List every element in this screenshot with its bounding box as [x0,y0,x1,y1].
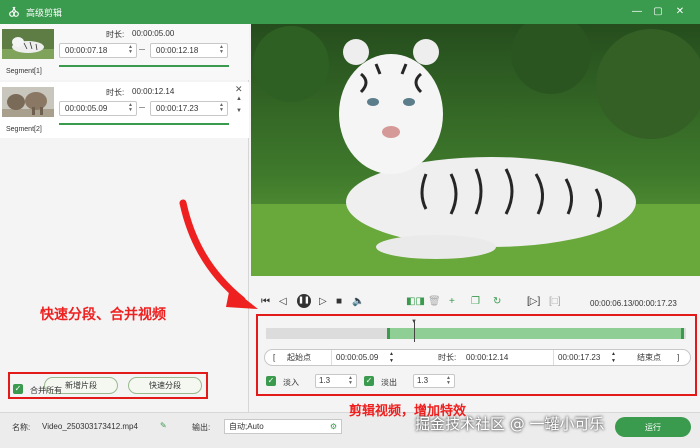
playback-controls: ⏮ ◁ ❚❚ ▷ ■ 🔈 ◧◨ 🗑 + ❐ ↻ [▷] [□] 00:00:06… [251,290,700,316]
stepper-icon[interactable]: ▲ ▼ [128,45,134,56]
file-name: Video_250303173412.mp4 [42,422,138,431]
stop-icon[interactable]: ■ [336,296,342,307]
fade-out-input[interactable]: 1.3 ▲ ▼ [413,374,455,388]
start-time-input[interactable]: 00:00:07.18 ▲ ▼ [59,43,137,58]
stepper-icon[interactable]: ▲ ▼ [219,45,225,56]
fade-in-checkbox[interactable]: ✓ [266,376,276,386]
quick-split-button[interactable]: 快速分段 [128,377,202,394]
watermark-text: 掘金技术社区 @ 一罐小可乐 [415,415,605,433]
video-preview[interactable] [251,24,700,276]
volume-icon[interactable]: 🔈 [352,296,364,307]
fade-out-checkbox[interactable]: ✓ [364,376,374,386]
duration-value: 00:00:05.00 [132,29,175,38]
prev-frame-icon[interactable]: ◁ [279,296,287,307]
end-point-button[interactable]: 结束点 [637,350,661,365]
segment-thumbnail [2,87,54,117]
output-select[interactable]: 自动;Auto ⚙ [224,419,342,434]
end-bracket: ] [677,353,680,362]
close-button[interactable]: ✕ [673,5,687,19]
end-time-input[interactable]: 00:00:12.18 ▲ ▼ [150,43,228,58]
edit-name-icon[interactable]: ✎ [160,421,167,430]
output-label: 输出: [192,423,211,432]
name-label: 名称: [12,423,31,432]
run-button[interactable]: 运行 [615,417,691,437]
playhead[interactable] [414,320,415,342]
delete-clip-icon[interactable]: 🗑 [428,296,441,307]
annotation-split-merge: 快速分段、合并视频 [40,307,166,323]
duration-value: 00:00:12.14 [132,87,175,96]
annotation-arrow-icon [179,199,258,309]
app-logo-icon [9,6,19,17]
end-time-input[interactable]: 00:00:17.23 ▲ ▼ [150,101,228,116]
add-clip-icon[interactable]: + [449,296,455,307]
stepper-icon[interactable]: ▲ ▼ [219,103,225,114]
segment-progress-bar [59,65,229,67]
range-bar: [ 起始点 00:00:05.09 ▲ ▼ 时长: 00:00:12.14 00:… [264,349,691,366]
merge-all-label: 合并所有 [30,386,62,395]
segment-name: Segment[1] [6,68,42,75]
start-bracket: [ [273,353,276,362]
range-dash [139,49,145,50]
segment-name: Segment[2] [6,126,42,133]
duration-label: 时长: [438,353,457,362]
stepper-icon[interactable]: ▲ ▼ [446,376,452,387]
fade-in-label: 淡入 [283,378,299,387]
merge-all-checkbox[interactable]: ✓ [13,384,23,394]
playback-timecode: 00:00:06.13/00:00:17.23 [590,299,677,308]
tiger-frame [251,24,700,276]
segment-item[interactable]: Segment[1] 时长: 00:00:05.00 00:00:07.18 ▲… [0,24,249,80]
delete-segment-icon[interactable]: ✕ [235,84,243,95]
reset-icon[interactable]: ↻ [493,296,501,307]
segment-progress-bar [59,123,229,125]
window-title: 高级剪辑 [26,8,63,18]
timeline-editor: ▼ [ 起始点 00:00:05.09 ▲▼ 时长: 00:00:12.14 0… [256,314,697,396]
title-bar: 高级剪辑 — ▢ ✕ [0,0,700,24]
segment-thumbnail [2,29,54,59]
move-up-icon[interactable]: ▲ [236,96,242,102]
duration-value: 00:00:12.14 [466,353,509,362]
maximize-button[interactable]: ▢ [651,5,665,19]
minimize-button[interactable]: — [630,5,644,19]
start-point-button[interactable]: 起始点 [287,350,311,365]
start-time-input[interactable]: 00:00:05.09 ▲ ▼ [59,101,137,116]
stepper-icon[interactable]: ▲ ▼ [389,351,394,366]
split-clip-icon[interactable]: ◧◨ [406,296,425,307]
pause-button[interactable]: ❚❚ [297,294,311,308]
duration-label: 时长: [106,30,125,39]
stepper-icon[interactable]: ▲ ▼ [128,103,134,114]
segment-item-selected[interactable]: Segment[2] 时长: 00:00:12.14 00:00:05.09 ▲… [0,82,249,138]
duration-label: 时长: [106,88,125,97]
settings-gear-icon[interactable]: ⚙ [330,420,337,433]
fade-out-label: 淡出 [381,378,397,387]
mark-in-icon[interactable]: [▷] [527,296,540,307]
next-frame-icon[interactable]: ▷ [319,296,327,307]
fade-in-input[interactable]: 1.3 ▲ ▼ [315,374,357,388]
start-point-input[interactable]: 00:00:05.09 [331,350,393,365]
timeline-selection[interactable] [387,328,684,339]
end-point-input[interactable]: 00:00:17.23 [553,350,615,365]
mark-out-icon[interactable]: [□] [549,296,561,307]
move-down-icon[interactable]: ▼ [236,108,242,114]
stepper-icon[interactable]: ▲ ▼ [348,376,354,387]
copy-clip-icon[interactable]: ❐ [471,296,480,307]
range-dash [139,107,145,108]
stepper-icon[interactable]: ▲ ▼ [611,351,616,366]
